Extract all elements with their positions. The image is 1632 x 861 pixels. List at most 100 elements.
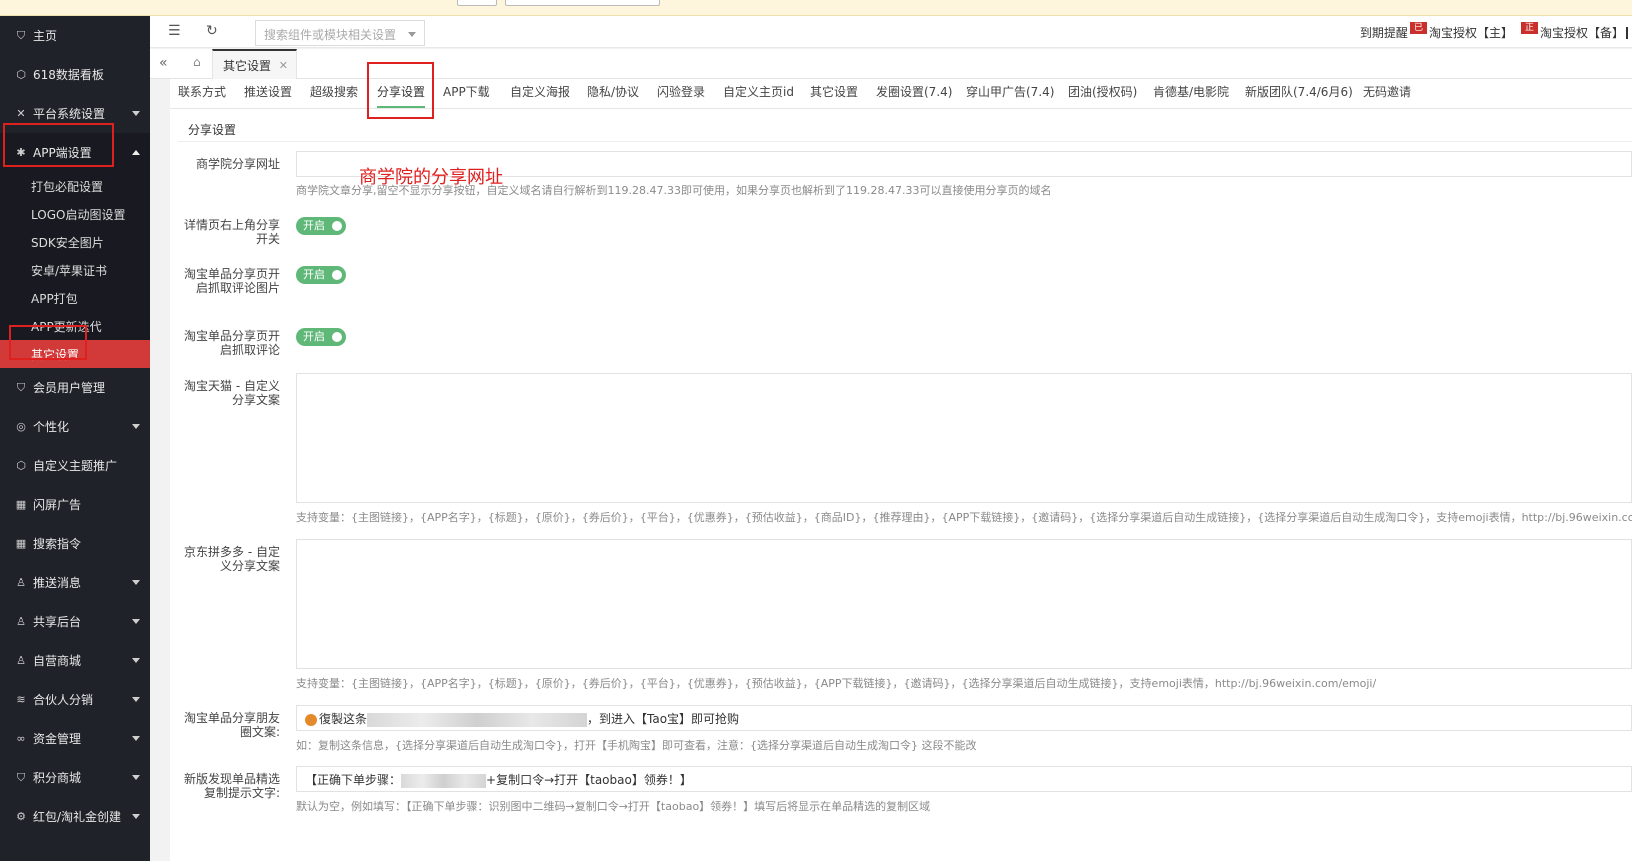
chevron-down-icon <box>132 814 140 819</box>
subtab-new-team[interactable]: 新版团队(7.4/6月6) <box>1245 83 1353 100</box>
sidebar-item-splash-ads[interactable]: ▦ 闪屏广告 <box>0 485 150 524</box>
sidebar-item-app-settings[interactable]: ✱ APP端设置 <box>0 133 150 172</box>
sidebar-item-funds[interactable]: ∞ 资金管理 <box>0 719 150 758</box>
sidebar-item-label: 红包/淘礼金创建 <box>33 810 122 824</box>
moments-hint: 如：复制这条信息，{选择分享渠道后自动生成淘口令}，打开【手机陶宝】即可查看，注… <box>296 739 977 752</box>
sidebar-subitem-app-update[interactable]: APP更新迭代 <box>0 312 150 340</box>
subtab-privacy[interactable]: 隐私/协议 <box>587 83 639 100</box>
subtab-push[interactable]: 推送设置 <box>244 83 292 100</box>
sidebar-subitem-certificates[interactable]: 安卓/苹果证书 <box>0 256 150 284</box>
subtab-super-search[interactable]: 超级搜索 <box>310 83 358 100</box>
detail-share-label: 详情页右上角分享开关 <box>184 218 281 246</box>
sidebar-item-label: APP端设置 <box>33 146 92 160</box>
subtab-other-settings[interactable]: 其它设置 <box>810 83 858 100</box>
moments-prefix: 復製这条 <box>319 712 368 726</box>
top-header: ☰ ↻ 搜索组件或模块相关设置 到期提醒 已 淘宝授权【主】 正 淘宝授权【备】 <box>150 16 1632 48</box>
sidebar-item-label: 主页 <box>33 29 58 43</box>
sidebar-item-self-mall[interactable]: ♙ 自营商城 <box>0 641 150 680</box>
subtab-pangle-ads[interactable]: 穿山甲广告(7.4) <box>966 83 1054 100</box>
search-placeholder: 搜索组件或模块相关设置 <box>264 28 397 42</box>
subtab-contact[interactable]: 联系方式 <box>178 83 226 100</box>
top-stub-button[interactable] <box>457 0 497 6</box>
jd-custom-textarea[interactable] <box>296 539 1632 669</box>
sidebar-item-label: 合伙人分销 <box>33 693 94 707</box>
discover-input[interactable]: 【正确下单步骤： +复制口令→打开【taobao】领券！】 <box>296 766 1632 792</box>
moments-input[interactable]: 復製这条 ，到进入【Tao宝】即可抢购 <box>296 705 1632 731</box>
close-icon[interactable]: ✕ <box>279 59 288 72</box>
sidebar-item-shared-backend[interactable]: ♙ 共享后台 <box>0 602 150 641</box>
sidebar-item-label: 618数据看板 <box>33 68 104 82</box>
gear-icon: ✱ <box>16 146 26 159</box>
sidebar-item-label: 个性化 <box>33 420 70 434</box>
subtab-tuanyou[interactable]: 团油(授权码) <box>1068 83 1137 100</box>
sidebar-item-label: 共享后台 <box>33 615 82 629</box>
chevron-up-icon <box>132 150 140 155</box>
tb-comment-switch[interactable]: 开启 <box>296 328 346 346</box>
subtab-app-download[interactable]: APP下载 <box>443 83 490 100</box>
annotation-text: 商学院的分享网址 <box>359 167 503 188</box>
sidebar-item-label: 积分商城 <box>33 771 82 785</box>
sidebar-subitem-logo-splash[interactable]: LOGO启动图设置 <box>0 200 150 228</box>
chevron-down-icon <box>132 111 140 116</box>
expire-reminder[interactable]: 到期提醒 <box>1360 24 1408 41</box>
home-icon[interactable]: ⌂ <box>193 55 201 69</box>
tb-comment-img-label: 淘宝单品分享页开启抓取评论图片 <box>184 267 281 295</box>
sidebar-item-label: 平台系统设置 <box>33 107 106 121</box>
top-stub-field[interactable] <box>505 0 660 6</box>
header-right: 到期提醒 已 淘宝授权【主】 正 淘宝授权【备】 <box>1360 21 1632 41</box>
sidebar-item-red-packet[interactable]: ⚙ 红包/淘礼金创建 <box>0 797 150 836</box>
sidebar-item-618-dashboard[interactable]: ⬡ 618数据看板 <box>0 55 150 94</box>
sidebar-item-label: 自定义主题推广 <box>33 459 118 473</box>
switch-text: 开启 <box>303 330 325 343</box>
cube-icon: ⬡ <box>16 459 26 472</box>
sidebar: ⛉ 主页 ⬡ 618数据看板 ✕ 平台系统设置 ✱ APP端设置 打包必配设置 LOGO… <box>0 16 150 861</box>
discover-hint: 默认为空，例如填写：【正确下单步骤：识别图中二维码→复制口令→打开【taobao… <box>296 800 931 813</box>
menu-toggle-icon[interactable]: ☰ <box>168 23 181 39</box>
refresh-icon[interactable]: ↻ <box>206 23 218 39</box>
sidebar-item-home[interactable]: ⛉ 主页 <box>0 16 150 55</box>
sidebar-item-partner-distribution[interactable]: ≋ 合伙人分销 <box>0 680 150 719</box>
double-chevron-left-icon[interactable]: « <box>159 55 168 71</box>
search-input[interactable]: 搜索组件或模块相关设置 <box>255 20 425 46</box>
tab-other-settings[interactable]: 其它设置 ✕ <box>212 49 297 79</box>
sidebar-subitem-sdk-image[interactable]: SDK安全图片 <box>0 228 150 256</box>
sidebar-item-custom-theme[interactable]: ⬡ 自定义主题推广 <box>0 446 150 485</box>
subtab-kfc-cinema[interactable]: 肯德基/电影院 <box>1153 83 1229 100</box>
sidebar-item-points-mall[interactable]: ⛉ 积分商城 <box>0 758 150 797</box>
status-badge: 正 <box>1520 21 1538 34</box>
subtab-share-settings[interactable]: 分享设置 <box>377 83 426 108</box>
blurred-region <box>401 773 487 788</box>
tb-comment-img-switch[interactable]: 开启 <box>296 266 346 284</box>
subtab-custom-poster[interactable]: 自定义海报 <box>510 83 570 100</box>
sidebar-item-push-messages[interactable]: ♙ 推送消息 <box>0 563 150 602</box>
tb-custom-textarea[interactable] <box>296 373 1632 503</box>
sidebar-item-platform-settings[interactable]: ✕ 平台系统设置 <box>0 94 150 133</box>
sidebar-item-members[interactable]: ⛉ 会员用户管理 <box>0 368 150 407</box>
sidebar-item-label: 推送消息 <box>33 576 82 590</box>
subtab-flash-login[interactable]: 闪验登录 <box>657 83 705 100</box>
chevron-down-icon <box>132 697 140 702</box>
sidebar-subitem-other-settings[interactable]: 其它设置 <box>0 340 150 368</box>
tb-comment-label: 淘宝单品分享页开启抓取评论 <box>184 329 281 357</box>
subtab-no-code-invite[interactable]: 无码邀请 <box>1363 83 1411 100</box>
tb-custom-label: 淘宝天猫 - 自定义分享文案 <box>184 379 280 407</box>
sidebar-item-personalize[interactable]: ◎ 个性化 <box>0 407 150 446</box>
sidebar-item-search-command[interactable]: ▦ 搜索指令 <box>0 524 150 563</box>
detail-share-switch[interactable]: 开启 <box>296 217 346 235</box>
sidebar-subitem-app-package[interactable]: APP打包 <box>0 284 150 312</box>
jd-custom-hint: 支持变量：{主图链接}，{APP名字}，{标题}，{原价}，{券后价}，{平台}… <box>296 677 1377 690</box>
blurred-region <box>367 712 588 727</box>
subtab-custom-homepage-id[interactable]: 自定义主页id <box>723 83 794 100</box>
circle-gear-icon: ⚙ <box>16 810 26 823</box>
chevron-down-icon <box>132 736 140 741</box>
sidebar-subitem-package-config[interactable]: 打包必配设置 <box>0 172 150 200</box>
tb-custom-hint: 支持变量：{主图链接}，{APP名字}，{标题}，{原价}，{券后价}，{平台}… <box>296 511 1632 524</box>
user-icon: ♙ <box>16 576 26 589</box>
subtab-moments[interactable]: 发圈设置(7.4) <box>876 83 952 100</box>
taobao-auth-backup[interactable]: 淘宝授权【备】 <box>1540 24 1624 41</box>
sidebar-item-label: 搜索指令 <box>33 537 82 551</box>
switch-knob <box>332 221 342 231</box>
taobao-auth-main[interactable]: 淘宝授权【主】 <box>1429 24 1513 41</box>
moments-label: 淘宝单品分享朋友圈文案: <box>184 711 281 739</box>
chevron-down-icon <box>132 580 140 585</box>
